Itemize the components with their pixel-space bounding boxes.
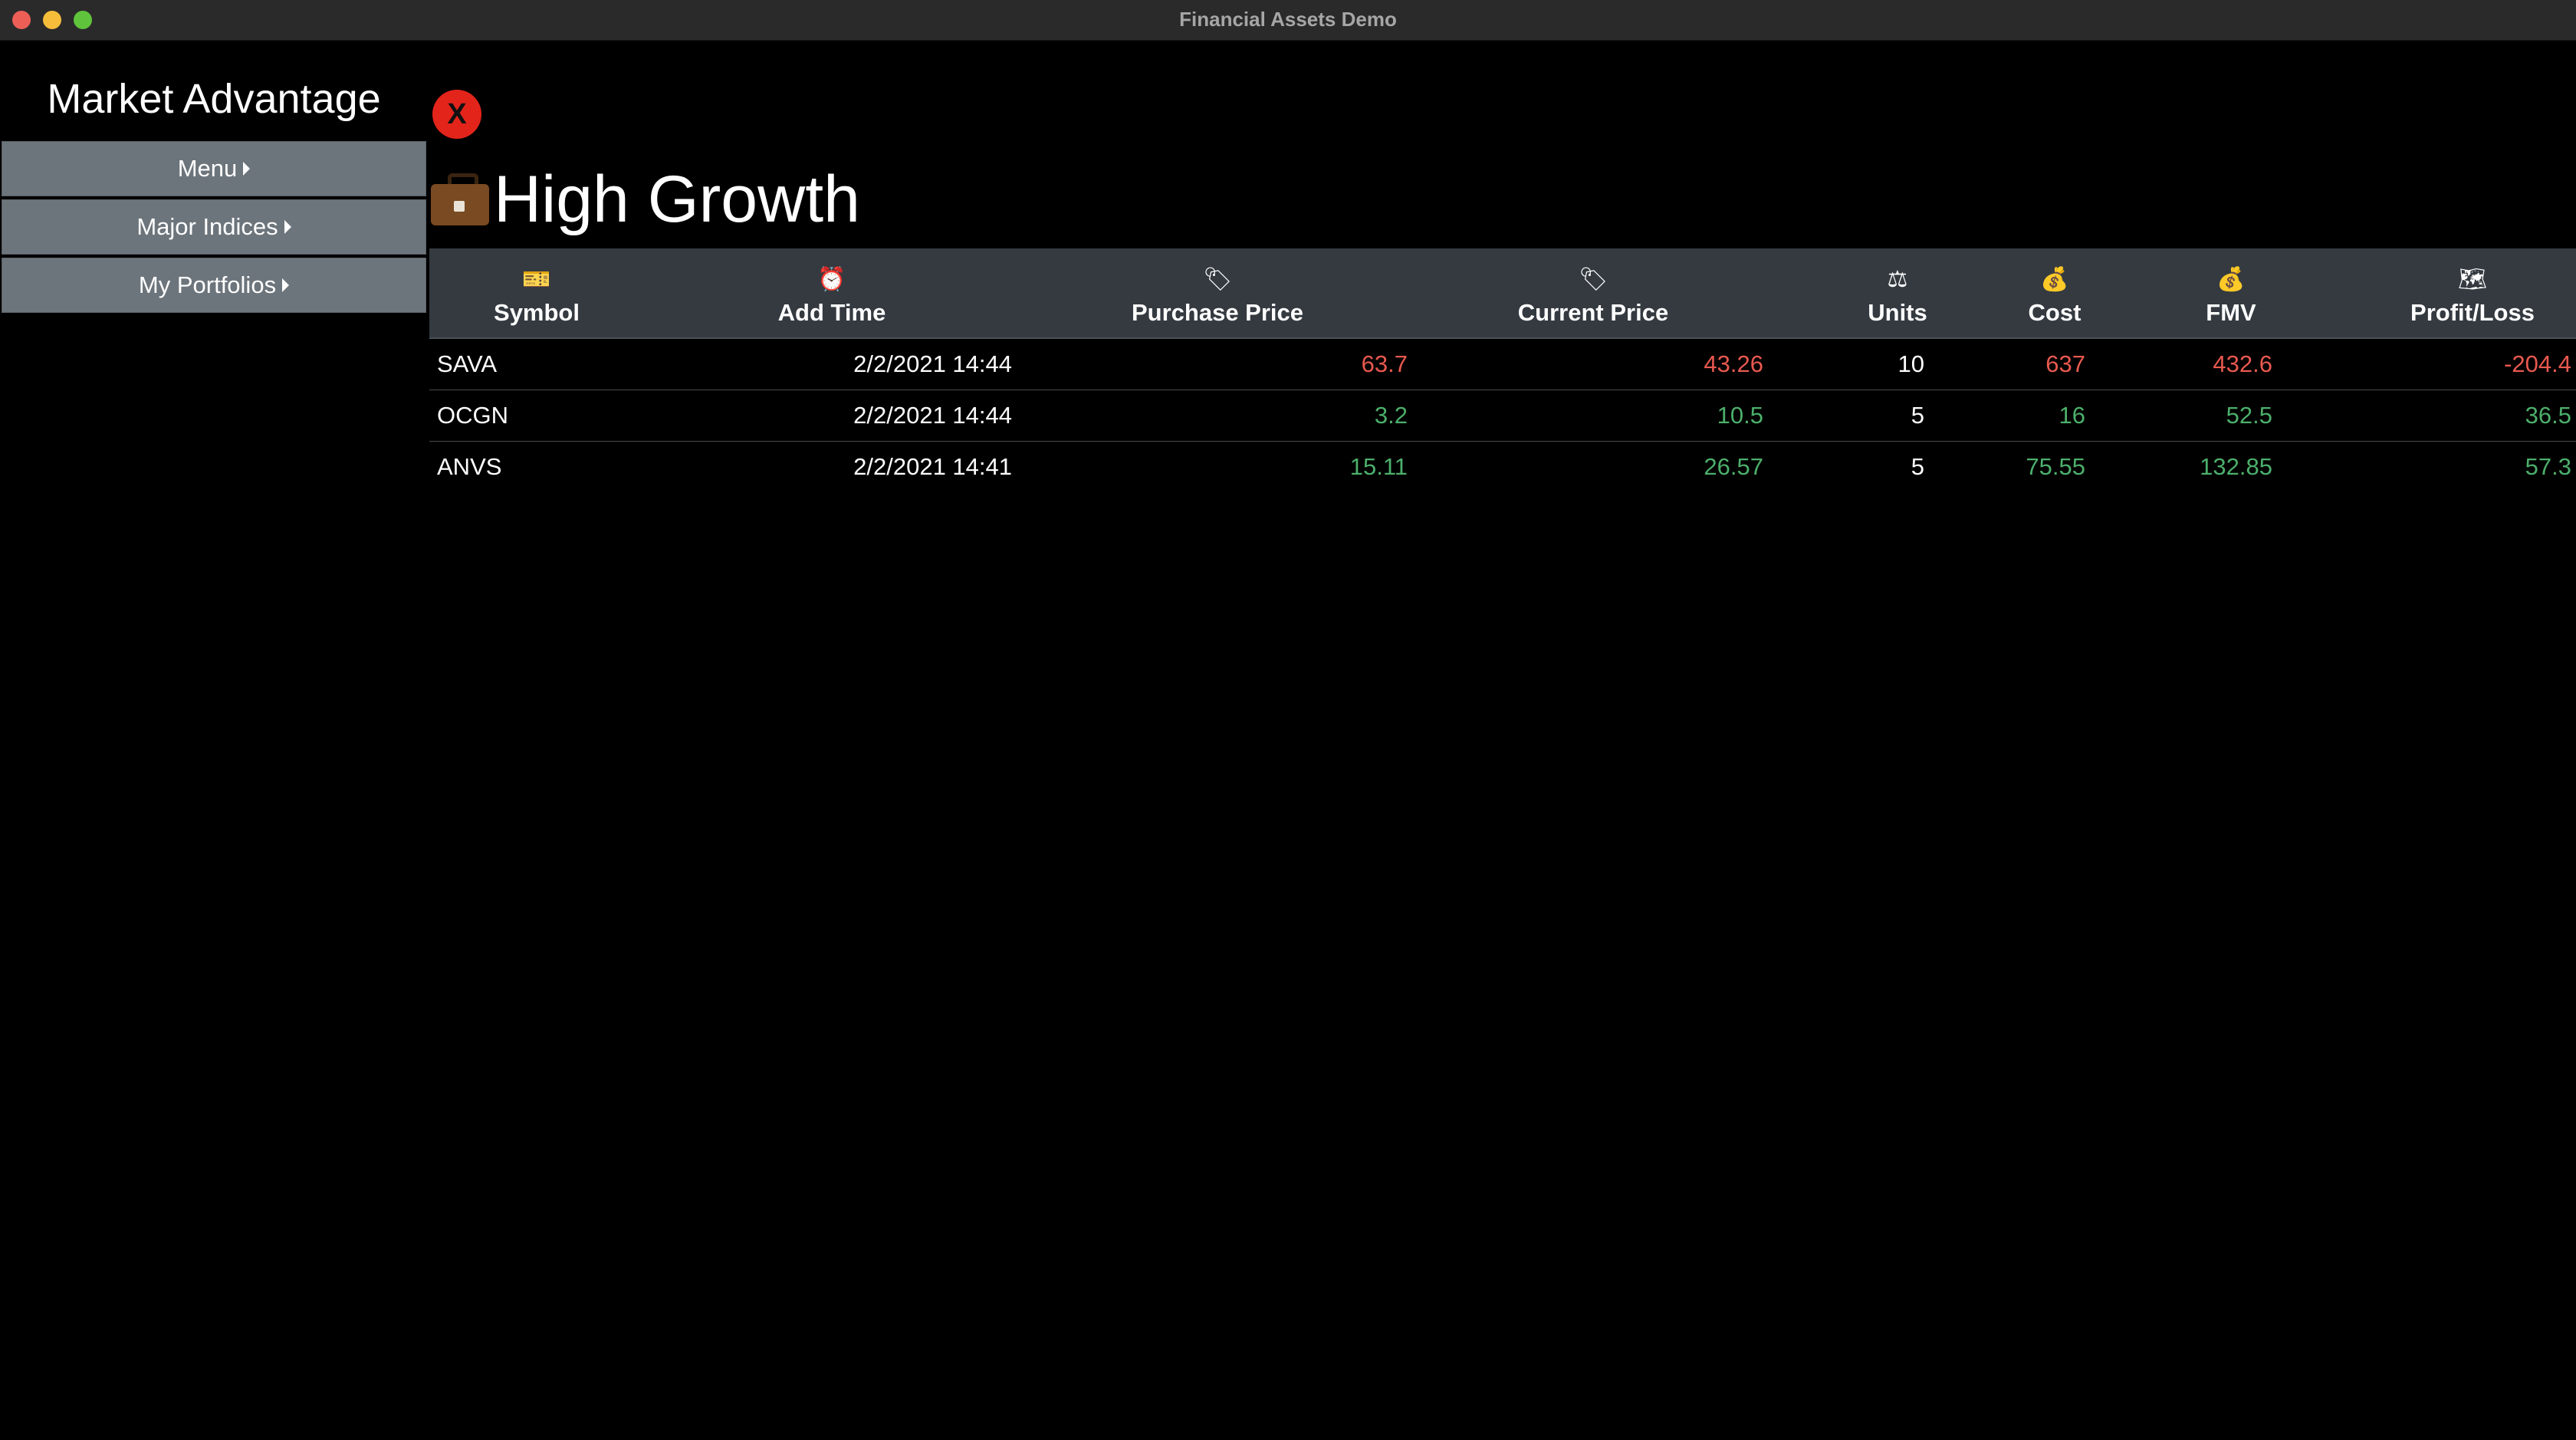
table-header: 🎫 Symbol ⏰ Add Time 🏷 Purchase Price 🏷 C… <box>429 248 2576 339</box>
table-row[interactable]: SAVA 2/2/2021 14:44 63.7 43.26 10 637 43… <box>429 339 2576 390</box>
column-header-units[interactable]: ⚖ Units <box>1771 248 2024 337</box>
column-header-fmv[interactable]: 💰 FMV <box>2085 248 2377 337</box>
table-body: SAVA 2/2/2021 14:44 63.7 43.26 10 637 43… <box>429 339 2576 492</box>
cell-fmv: 432.6 <box>2213 350 2272 377</box>
scales-icon: ⚖ <box>1887 267 1908 292</box>
close-portfolio-button[interactable]: X <box>432 90 481 139</box>
sidebar-item-menu[interactable]: Menu <box>2 141 426 196</box>
column-header-symbol[interactable]: 🎫 Symbol <box>429 248 644 337</box>
column-header-profit-loss[interactable]: 🗺 Profit/Loss <box>2377 248 2568 337</box>
cell-add-time: 2/2/2021 14:44 <box>853 402 1012 429</box>
portfolio-table: 🎫 Symbol ⏰ Add Time 🏷 Purchase Price 🏷 C… <box>429 248 2576 492</box>
cell-purchase-price: 63.7 <box>1361 350 1408 377</box>
cell-units: 10 <box>1898 350 1924 377</box>
column-header-current-price[interactable]: 🏷 Current Price <box>1415 248 1771 337</box>
caret-right-icon <box>284 220 291 234</box>
sidebar-item-my-portfolios[interactable]: My Portfolios <box>2 258 426 313</box>
alarm-clock-icon: ⏰ <box>817 267 846 292</box>
cell-cost: 75.55 <box>2026 453 2085 480</box>
ticket-icon: 🎫 <box>522 267 551 292</box>
cell-profit-loss: -204.4 <box>2504 350 2571 377</box>
brand-title: Market Advantage <box>47 76 381 122</box>
column-header-purchase-price[interactable]: 🏷 Purchase Price <box>1020 248 1415 337</box>
cell-current-price: 26.57 <box>1704 453 1763 480</box>
cell-cost: 637 <box>2045 350 2085 377</box>
price-tag-icon: 🏷 <box>1202 267 1233 292</box>
money-bag-icon: 💰 <box>2040 267 2069 292</box>
cell-purchase-price: 15.11 <box>1349 453 1408 480</box>
title-bar: Financial Assets Demo <box>0 0 2576 41</box>
cell-fmv: 132.85 <box>2200 453 2272 480</box>
cell-cost: 16 <box>2058 402 2085 429</box>
page-title: High Growth <box>494 162 860 236</box>
sidebar-item-major-indices[interactable]: Major Indices <box>2 199 426 255</box>
sidebar-item-label: My Portfolios <box>138 271 277 298</box>
portfolio-header: High Growth <box>429 161 860 238</box>
cell-purchase-price: 3.2 <box>1374 402 1408 429</box>
money-bag-icon: 💰 <box>2216 267 2246 292</box>
column-header-add-time[interactable]: ⏰ Add Time <box>644 248 1020 337</box>
table-row[interactable]: ANVS 2/2/2021 14:41 15.11 26.57 5 75.55 … <box>429 442 2576 492</box>
column-header-cost[interactable]: 💰 Cost <box>2024 248 2085 337</box>
map-icon: 🗺 <box>2457 267 2488 292</box>
window-title: Financial Assets Demo <box>1179 8 1397 31</box>
cell-add-time: 2/2/2021 14:41 <box>853 453 1012 480</box>
cell-fmv: 52.5 <box>2226 402 2272 429</box>
sidebar-item-label: Major Indices <box>136 213 278 240</box>
cell-units: 5 <box>1911 402 1924 429</box>
briefcase-icon <box>429 172 491 227</box>
app-window: Financial Assets Demo Market Advantage M… <box>0 0 2576 1440</box>
cell-symbol: ANVS <box>437 453 502 480</box>
caret-right-icon <box>282 278 290 292</box>
cell-current-price: 43.26 <box>1704 350 1763 377</box>
caret-right-icon <box>243 162 251 176</box>
table-row[interactable]: OCGN 2/2/2021 14:44 3.2 10.5 5 16 52.5 3… <box>429 390 2576 442</box>
label-tag-icon: 🏷 <box>1578 267 1608 292</box>
cell-symbol: SAVA <box>437 350 498 377</box>
cell-symbol: OCGN <box>437 402 508 429</box>
cell-profit-loss: 57.3 <box>2525 453 2571 480</box>
cell-profit-loss: 36.5 <box>2525 402 2571 429</box>
cell-units: 5 <box>1911 453 1924 480</box>
cell-current-price: 10.5 <box>1717 402 1763 429</box>
sidebar-item-label: Menu <box>177 155 238 182</box>
cell-add-time: 2/2/2021 14:44 <box>853 350 1012 377</box>
